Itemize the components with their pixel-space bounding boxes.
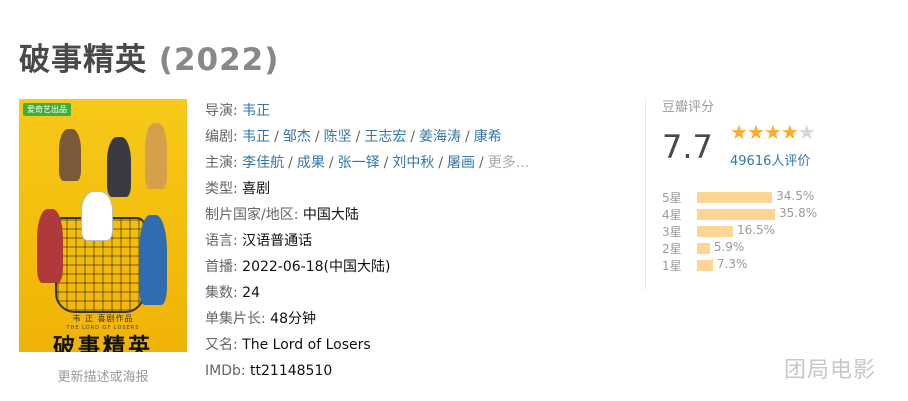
rating-panel: 豆瓣评分 7.7 ★★★★★ 49616人评价 5星 34.5% 4星 35.8% 3星…: [662, 96, 862, 273]
episodes-row: 集数: 24: [205, 285, 260, 301]
poster-image[interactable]: 爱奇艺出品 韦 正 喜剧作品 THE LORD OF LOSERS 破事精英: [19, 99, 187, 352]
title-name: 破事精英: [19, 42, 147, 78]
rating-percent: 35.8%: [779, 206, 818, 220]
poster-figure: [145, 123, 167, 189]
aka-label: 又名: [205, 337, 233, 353]
director-link[interactable]: 韦正: [242, 103, 270, 119]
rating-votes-link[interactable]: 49616人评价: [730, 150, 810, 169]
writer-link[interactable]: 邹杰: [283, 129, 311, 145]
poster-credit: 韦 正 喜剧作品: [72, 314, 134, 323]
cast-row: 主演: 李佳航 / 成果 / 张一铎 / 刘中秋 / 屠画 / 更多...: [205, 155, 530, 171]
cast-label: 主演: [205, 155, 233, 171]
episodes-label: 集数: [205, 285, 233, 301]
rating-percent: 5.9%: [713, 240, 745, 254]
poster-figure: [107, 137, 131, 197]
region-value: 中国大陆: [302, 207, 359, 223]
release-value: 2022-06-18(中国大陆): [242, 259, 391, 275]
rating-bar: [697, 260, 713, 271]
cast-link[interactable]: 李佳航: [242, 155, 284, 171]
genre-value: 喜剧: [242, 181, 271, 197]
star-filled-icon: ★: [763, 120, 782, 144]
poster-paper-pile: [81, 191, 113, 241]
rating-score: 7.7: [662, 128, 713, 166]
rating-star-label: 2星: [662, 242, 682, 256]
cast-more-link[interactable]: 更多...: [488, 155, 529, 171]
director-label: 导演: [205, 103, 233, 119]
writer-link[interactable]: 韦正: [242, 129, 270, 145]
imdb-value: tt21148510: [250, 363, 333, 379]
watermark: 团局电影: [784, 358, 877, 383]
runtime-label: 单集片长: [205, 311, 261, 327]
page-title: 破事精英 (2022): [19, 34, 279, 79]
episodes-value: 24: [242, 285, 260, 301]
cast-link[interactable]: 张一铎: [338, 155, 380, 171]
update-poster-link[interactable]: 更新描述或海报: [19, 366, 187, 385]
imdb-label: IMDb: [205, 363, 241, 379]
poster-figure: [37, 209, 63, 283]
writer-link[interactable]: 康希: [474, 129, 502, 145]
release-row: 首播: 2022-06-18(中国大陆): [205, 259, 391, 275]
cast-link[interactable]: 刘中秋: [392, 155, 434, 171]
star-filled-icon: ★: [730, 120, 748, 144]
star-filled-icon: ★: [746, 120, 765, 144]
region-label: 制片国家/地区: [205, 207, 294, 223]
rating-bar: [697, 192, 773, 203]
rating-bar: [697, 243, 710, 254]
cast-link[interactable]: 成果: [297, 155, 325, 171]
cast-link[interactable]: 屠画: [447, 155, 475, 171]
rating-percent: 34.5%: [776, 189, 815, 203]
imdb-row: IMDb: tt21148510: [205, 363, 333, 379]
rating-percent: 16.5%: [736, 223, 776, 237]
section-divider: [645, 98, 646, 290]
writer-link[interactable]: 王志宏: [364, 129, 406, 145]
title-year: (2022): [158, 42, 280, 78]
rating-star-label: 1星: [662, 259, 682, 273]
writers-row: 编剧: 韦正 / 邹杰 / 陈坚 / 王志宏 / 姜海涛 / 康希: [205, 129, 502, 145]
rating-bar: [697, 209, 775, 220]
aka-row: 又名: The Lord of Losers: [205, 337, 371, 353]
genre-label: 类型: [205, 181, 233, 197]
rating-star-label: 3星: [662, 225, 682, 239]
language-label: 语言: [205, 233, 233, 249]
director-row: 导演: 韦正: [205, 103, 271, 119]
rating-bar: [697, 226, 733, 237]
rating-star-label: 5星: [662, 191, 682, 205]
rating-stars: ★★★★★: [730, 120, 816, 144]
language-value: 汉语普通话: [242, 233, 313, 249]
poster-figure: [59, 129, 81, 181]
writer-link[interactable]: 陈坚: [324, 129, 352, 145]
language-row: 语言: 汉语普通话: [205, 233, 313, 249]
poster-badge: 爱奇艺出品: [23, 103, 71, 116]
rating-percent: 7.3%: [716, 257, 748, 271]
rating-label: 豆瓣评分: [662, 100, 715, 115]
rating-star-label: 4星: [662, 208, 682, 222]
star-empty-icon: ★: [797, 120, 816, 144]
region-row: 制片国家/地区: 中国大陆: [205, 207, 359, 223]
star-filled-icon: ★: [780, 120, 799, 144]
movie-info: 导演: 韦正 编剧: 韦正 / 邹杰 / 陈坚 / 王志宏 / 姜海涛 / 康希 主演: 李佳航 / 成…: [205, 98, 615, 384]
release-label: 首播: [205, 259, 233, 275]
poster-figure: [139, 215, 167, 305]
genre-row: 类型: 喜剧: [205, 181, 271, 197]
poster-logo: 破事精英: [52, 334, 153, 352]
writers-label: 编剧: [205, 129, 233, 145]
runtime-value: 48分钟: [270, 311, 316, 327]
writer-link[interactable]: 姜海涛: [419, 129, 461, 145]
aka-value: The Lord of Losers: [242, 337, 371, 353]
runtime-row: 单集片长: 48分钟: [205, 311, 316, 327]
